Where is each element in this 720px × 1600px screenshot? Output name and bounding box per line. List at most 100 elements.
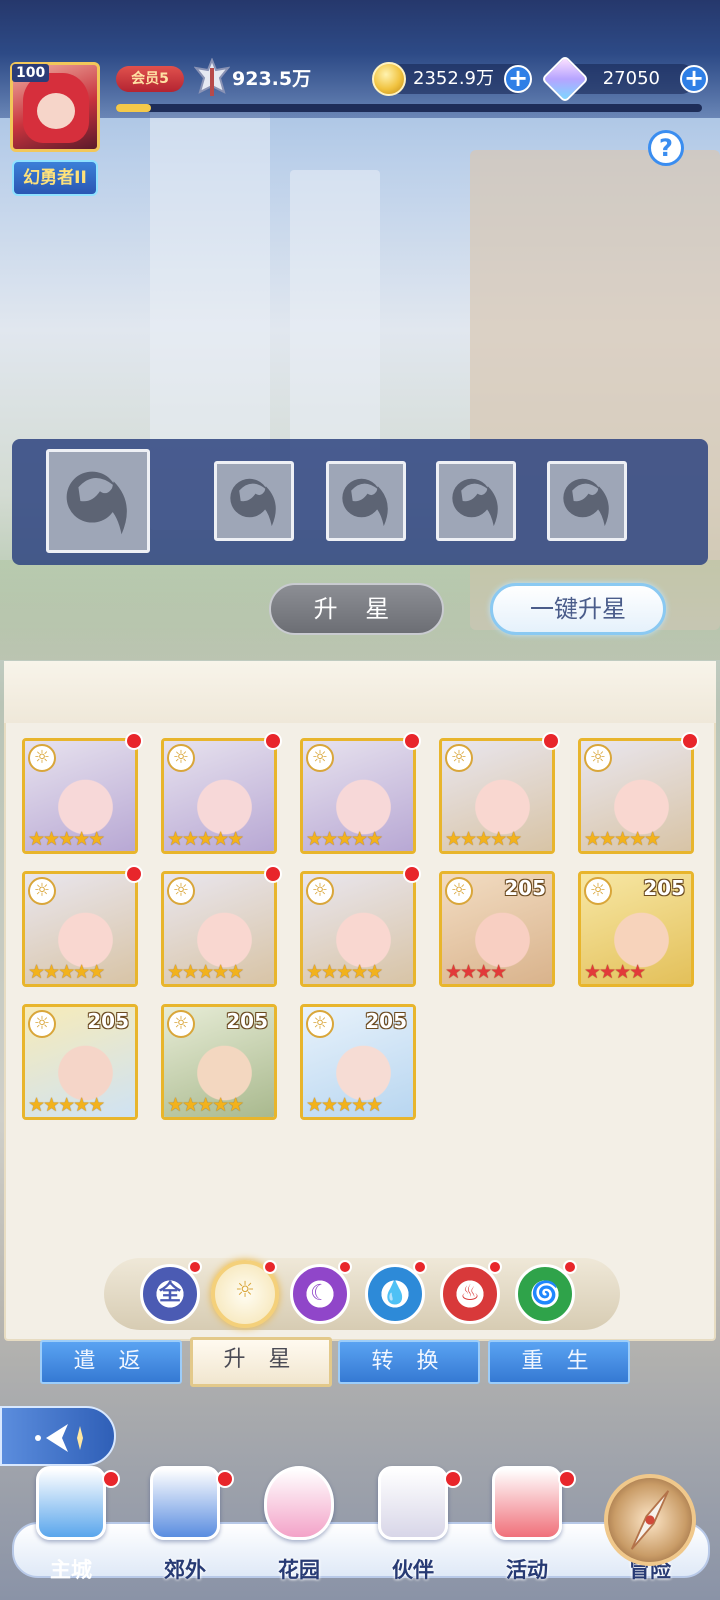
hero-card[interactable]: ☼ ★★★★★: [439, 738, 555, 854]
power-icon: [194, 58, 230, 96]
hero-card[interactable]: ☼ ★★★★★: [161, 871, 277, 987]
power-value: 923.5万: [232, 68, 312, 90]
notification-dot: [125, 865, 143, 883]
star-rating: ★★★★: [445, 961, 507, 983]
hero-card[interactable]: ☼ ★★★★★ 205: [22, 1004, 138, 1120]
hero-card[interactable]: ☼ ★★★★★: [578, 738, 694, 854]
light-element-icon: ☼: [28, 744, 56, 772]
hero-card[interactable]: ☼ ★★★★ 205: [439, 871, 555, 987]
magic-circle-icon: [150, 1466, 220, 1540]
add-gold-button[interactable]: +: [504, 65, 532, 93]
panel-header-decoration: [4, 661, 716, 723]
light-element-icon: ☼: [28, 1010, 56, 1038]
add-diamond-button[interactable]: +: [680, 65, 708, 93]
notification-dot: [264, 732, 282, 750]
castle-icon: [36, 1466, 106, 1540]
help-button[interactable]: ?: [648, 130, 684, 166]
notification-dot: [558, 1470, 576, 1488]
notification-dot: [403, 732, 421, 750]
nav-label: 主城: [50, 1558, 92, 1582]
notification-dot: [263, 1260, 277, 1274]
light-element-icon: ☼: [306, 744, 334, 772]
nav-label: 活动: [506, 1558, 548, 1582]
hero-card[interactable]: ☼ ★★★★ 205: [578, 871, 694, 987]
hero-level: 205: [504, 876, 546, 900]
hero-card[interactable]: ☼ ★★★★★: [300, 871, 416, 987]
top-status-bar: [0, 0, 720, 118]
notification-dot: [338, 1260, 352, 1274]
notification-dot: [264, 865, 282, 883]
partner-portrait-icon: [378, 1466, 448, 1540]
main-hero-slot[interactable]: [46, 449, 150, 553]
back-button[interactable]: [0, 1406, 116, 1466]
nav-label: 花园: [278, 1558, 320, 1582]
notification-dot: [188, 1260, 202, 1274]
tab-star-up[interactable]: 升 星: [190, 1337, 332, 1387]
hero-card[interactable]: ☼ ★★★★★: [161, 738, 277, 854]
nav-label: 郊外: [164, 1558, 206, 1582]
star-rating: ★★★★★: [28, 828, 105, 850]
material-slot-4[interactable]: [547, 461, 627, 541]
hero-silhouette-icon: [452, 478, 498, 527]
hero-card[interactable]: ☼ ★★★★★ 205: [161, 1004, 277, 1120]
hero-silhouette-icon: [230, 478, 276, 527]
hero-level: 205: [87, 1009, 129, 1033]
star-rating: ★★★★★: [28, 961, 105, 983]
hero-card[interactable]: ☼ ★★★★★ 205: [300, 1004, 416, 1120]
star-rating: ★★★★★: [28, 1094, 105, 1116]
light-element-icon: ☼: [28, 877, 56, 905]
material-slot-1[interactable]: [214, 461, 294, 541]
star-rating: ★★★★★: [306, 1094, 383, 1116]
light-element-icon: ☼: [584, 877, 612, 905]
one-key-star-up-button[interactable]: 一键升星: [490, 583, 666, 635]
light-element-icon: ☼: [306, 1010, 334, 1038]
hero-level: 205: [226, 1009, 268, 1033]
light-element-icon: ☼: [445, 877, 473, 905]
light-element-icon: ☼: [167, 744, 195, 772]
hero-silhouette-icon: [66, 471, 127, 535]
exp-bar: [116, 104, 702, 112]
gold-coin-icon: [372, 62, 406, 96]
notification-dot: [488, 1260, 502, 1274]
light-element-icon: ☼: [445, 744, 473, 772]
gift-box-icon: [492, 1466, 562, 1540]
tab-dismiss[interactable]: 遣 返: [40, 1340, 182, 1384]
hero-silhouette-icon: [563, 478, 609, 527]
hero-card[interactable]: ☼ ★★★★★: [22, 738, 138, 854]
star-rating: ★★★★★: [445, 828, 522, 850]
hero-card[interactable]: ☼ ★★★★★: [22, 871, 138, 987]
notification-dot: [216, 1470, 234, 1488]
player-rank-title[interactable]: 幻勇者II: [12, 160, 98, 196]
star-rating: ★★★★★: [167, 1094, 244, 1116]
notification-dot: [102, 1470, 120, 1488]
material-slot-3[interactable]: [436, 461, 516, 541]
star-up-button[interactable]: 升 星: [269, 583, 444, 635]
light-element-icon: ☼: [167, 877, 195, 905]
material-slot-2[interactable]: [326, 461, 406, 541]
hero-level: 205: [643, 876, 685, 900]
adventure-compass-icon[interactable]: [604, 1474, 696, 1566]
star-rating: ★★★★★: [584, 828, 661, 850]
notification-dot: [444, 1470, 462, 1488]
light-element-icon: ☼: [584, 744, 612, 772]
star-rating: ★★★★★: [167, 828, 244, 850]
light-element-icon: ☼: [167, 1010, 195, 1038]
notification-dot: [125, 732, 143, 750]
nav-item-heart-garden[interactable]: 花园: [244, 1466, 354, 1598]
back-arrow-icon: [35, 1424, 83, 1452]
player-level: 100: [12, 64, 50, 82]
tab-rebirth[interactable]: 重 生: [488, 1340, 630, 1384]
tab-convert[interactable]: 转 换: [338, 1340, 480, 1384]
notification-dot: [681, 732, 699, 750]
hero-silhouette-icon: [342, 478, 388, 527]
notification-dot: [403, 865, 421, 883]
star-rating: ★★★★: [584, 961, 646, 983]
nav-label: 伙伴: [392, 1558, 434, 1582]
notification-dot: [413, 1260, 427, 1274]
hero-level: 205: [365, 1009, 407, 1033]
vip-badge[interactable]: 会员5: [116, 66, 184, 92]
hero-card[interactable]: ☼ ★★★★★: [300, 738, 416, 854]
notification-dot: [563, 1260, 577, 1274]
light-element-icon: ☼: [306, 877, 334, 905]
star-rating: ★★★★★: [167, 961, 244, 983]
